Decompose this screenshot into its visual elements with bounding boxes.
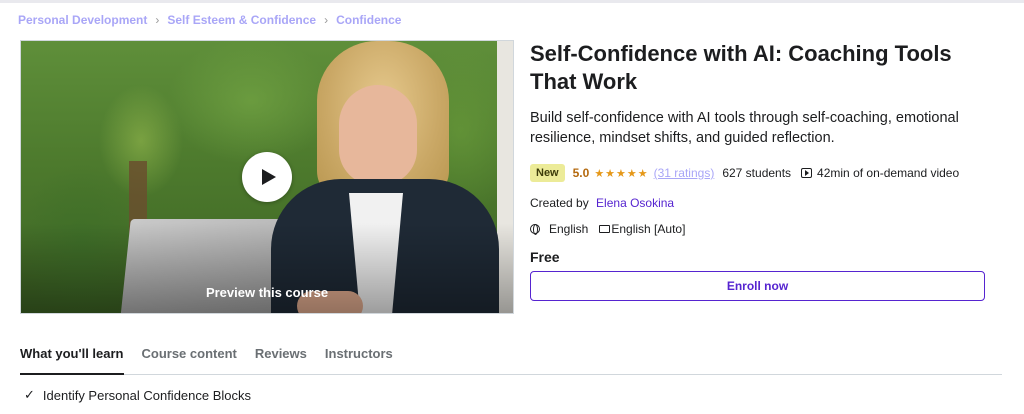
breadcrumb-confidence[interactable]: Confidence [336,13,401,27]
tab-course-content[interactable]: Course content [142,336,237,374]
breadcrumb-self-esteem-confidence[interactable]: Self Esteem & Confidence [167,13,316,27]
play-icon [262,169,276,185]
star-rating-icon: ★★★★★ [594,167,649,180]
tab-reviews[interactable]: Reviews [255,336,307,374]
new-badge: New [530,164,565,182]
globe-icon [530,224,540,235]
ratings-count-link[interactable]: (31 ratings) [654,166,715,180]
course-description: Build self-confidence with AI tools thro… [530,110,959,146]
rating-value: 5.0 [572,166,590,180]
course-meta: New 5.0 ★★★★★ (31 ratings) 627 students … [530,164,959,182]
play-button[interactable] [242,152,292,202]
chevron-right-icon: › [324,13,329,27]
course-title: Self-Confidence with AI: Coaching Tools … [530,41,952,94]
preview-course-label[interactable]: Preview this course [21,285,513,300]
video-duration: 42min of on-demand video [817,166,960,180]
breadcrumb-personal-development[interactable]: Personal Development [18,13,147,27]
learn-item: ✓ Identify Personal Confidence Blocks [24,387,251,403]
created-by: Created by Elena Osokina [530,196,674,210]
breadcrumb: Personal Development › Self Esteem & Con… [18,13,401,27]
captions-label: English [Auto] [611,222,686,236]
language-info: English English [Auto] [530,222,685,236]
tab-what-youll-learn[interactable]: What you'll learn [20,336,124,375]
course-tabs: What you'll learn Course content Reviews… [20,336,1002,375]
learn-item-text: Identify Personal Confidence Blocks [42,387,252,403]
course-price: Free [530,249,560,265]
video-icon [801,168,813,178]
student-count: 627 students [722,166,792,180]
face-shape [339,85,417,185]
closed-captions-icon [599,225,611,233]
course-preview-video[interactable]: Preview this course [20,40,514,314]
chevron-right-icon: › [155,13,160,27]
created-by-label: Created by [530,196,589,210]
checkmark-icon: ✓ [24,387,35,402]
language-label: English [549,222,589,236]
instructor-link[interactable]: Elena Osokina [596,196,674,210]
top-divider [0,0,1024,3]
enroll-now-button[interactable]: Enroll now [530,271,985,301]
tab-instructors[interactable]: Instructors [325,336,393,374]
